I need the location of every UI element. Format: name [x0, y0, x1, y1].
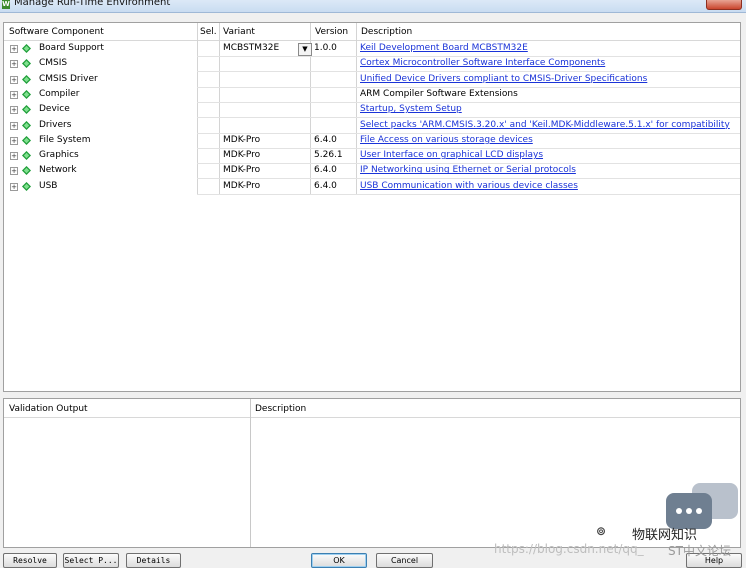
watermark-url: https://blog.csdn.net/qq_ [494, 542, 644, 556]
component-grid: Software Component Sel. Variant Version … [3, 22, 741, 392]
component-description-link[interactable]: IP Networking using Ethernet or Serial p… [360, 165, 576, 175]
expand-icon[interactable]: + [10, 152, 18, 161]
column-header-description[interactable]: Description [361, 27, 412, 37]
title-bar: W Manage Run-Time Environment [0, 0, 746, 13]
validation-output-header[interactable]: Validation Output [9, 404, 88, 414]
close-button[interactable] [706, 0, 742, 10]
component-row[interactable]: + Board Support MCBSTM32E ▼ 1.0.0 Keil Develo… [4, 41, 740, 57]
component-row[interactable]: + USB MDK-Pro 6.4.0 USB Communication with v… [4, 179, 740, 195]
component-name: Graphics [39, 150, 79, 161]
component-diamond-icon [22, 166, 31, 176]
column-header-component[interactable]: Software Component [9, 27, 104, 37]
component-name: USB [39, 180, 58, 191]
column-header-version[interactable]: Version [315, 27, 348, 37]
watermark-brand: 物联网知识 [632, 528, 698, 543]
validation-description-header[interactable]: Description [255, 404, 306, 414]
component-diamond-icon [22, 59, 31, 69]
component-diamond-icon [22, 181, 31, 191]
component-row[interactable]: + File System MDK-Pro 6.4.0 File Access on v… [4, 133, 740, 149]
component-row[interactable]: + Network MDK-Pro 6.4.0 IP Networking using … [4, 163, 740, 180]
component-description-link[interactable]: User Interface on graphical LCD displays [360, 150, 543, 160]
validation-divider[interactable] [250, 399, 251, 547]
validation-header: Validation Output Description [4, 399, 740, 418]
component-row[interactable]: + CMSIS Cortex Microcontroller Software In… [4, 56, 740, 73]
component-diamond-icon [22, 135, 31, 145]
component-description-link[interactable]: Keil Development Board MCBSTM32E [360, 43, 528, 53]
component-diamond-icon [22, 105, 31, 115]
validation-panel: Validation Output Description [3, 398, 741, 548]
component-version: 6.4.0 [314, 165, 337, 176]
component-version: 1.0.0 [314, 43, 337, 53]
select-packs-button[interactable]: Select P... [63, 553, 119, 568]
expand-icon[interactable]: + [10, 90, 18, 99]
expand-icon[interactable]: + [10, 60, 18, 69]
component-row[interactable]: + Compiler ARM Compiler Software Extension… [4, 87, 740, 103]
component-name: Drivers [39, 119, 72, 130]
component-description-link[interactable]: USB Communication with various device cl… [360, 181, 578, 191]
component-name: Compiler [39, 88, 80, 99]
expand-icon[interactable]: + [10, 106, 18, 115]
component-variant[interactable]: MCBSTM32E [223, 43, 279, 53]
component-description-link[interactable]: Startup, System Setup [360, 104, 462, 114]
component-name: Board Support [39, 43, 104, 53]
component-version: 5.26.1 [314, 150, 343, 161]
component-row[interactable]: + Drivers Select packs 'ARM.CMSIS.3.20.x' … [4, 118, 740, 134]
component-name: CMSIS Driver [39, 73, 98, 84]
component-version: 6.4.0 [314, 134, 337, 145]
component-diamond-icon [22, 89, 31, 99]
component-diamond-icon [22, 44, 31, 53]
component-name: Network [39, 165, 77, 176]
component-description: ARM Compiler Software Extensions [360, 88, 518, 99]
component-variant: MDK-Pro [223, 165, 261, 176]
component-version: 6.4.0 [314, 180, 337, 191]
resolve-button[interactable]: Resolve [3, 553, 57, 568]
wechat-icon: ⊚ [596, 524, 607, 538]
component-variant: MDK-Pro [223, 150, 261, 161]
row-divider [197, 193, 740, 195]
component-description-link[interactable]: Unified Device Drivers compliant to CMSI… [360, 74, 647, 84]
expand-icon[interactable]: + [10, 45, 18, 53]
window-title: Manage Run-Time Environment [14, 0, 171, 8]
component-row[interactable]: + CMSIS Driver Unified Device Drivers comp… [4, 72, 740, 88]
grid-header: Software Component Sel. Variant Version … [4, 23, 740, 41]
component-diamond-icon [22, 151, 31, 161]
component-row[interactable]: + Device Startup, System Setup [4, 102, 740, 119]
app-icon: W [2, 0, 10, 9]
cancel-button[interactable]: Cancel [376, 553, 433, 568]
details-button[interactable]: Details [126, 553, 181, 568]
component-diamond-icon [22, 74, 31, 84]
watermark-forum: ST中文论坛 [668, 544, 731, 558]
component-diamond-icon [22, 120, 31, 130]
ok-button[interactable]: OK [311, 553, 367, 568]
expand-icon[interactable]: + [10, 167, 18, 176]
component-row[interactable]: + Graphics MDK-Pro 5.26.1 User Interface on … [4, 148, 740, 165]
column-header-sel[interactable]: Sel. [200, 27, 217, 37]
component-description-link[interactable]: Cortex Microcontroller Software Interfac… [360, 58, 605, 68]
component-name: File System [39, 134, 91, 145]
expand-icon[interactable]: + [10, 182, 18, 191]
component-variant: MDK-Pro [223, 180, 261, 191]
component-name: CMSIS [39, 58, 68, 69]
component-name: Device [39, 104, 70, 115]
variant-dropdown-icon[interactable]: ▼ [298, 43, 312, 56]
component-variant: MDK-Pro [223, 134, 261, 145]
column-header-variant[interactable]: Variant [223, 27, 255, 37]
expand-icon[interactable]: + [10, 136, 18, 145]
expand-icon[interactable]: + [10, 121, 18, 130]
component-description-link[interactable]: File Access on various storage devices [360, 135, 533, 145]
component-description-link[interactable]: Select packs 'ARM.CMSIS.3.20.x' and 'Kei… [360, 120, 730, 130]
expand-icon[interactable]: + [10, 75, 18, 84]
